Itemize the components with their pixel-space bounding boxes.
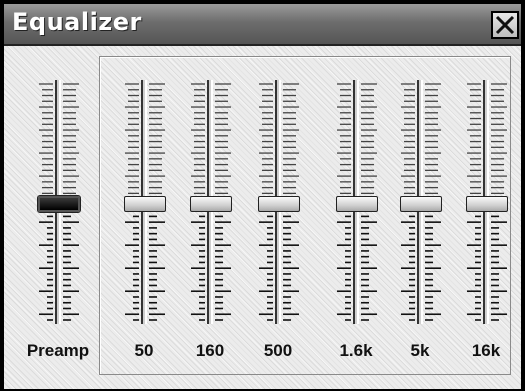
slider-thumb[interactable] [336, 196, 378, 212]
band-slider-5k[interactable] [396, 80, 446, 328]
band-slider-50[interactable] [120, 80, 170, 328]
close-x-icon [495, 15, 515, 35]
slider-thumb[interactable] [190, 196, 232, 212]
equalizer-window: Equalizer Preamp 50 160 500 1.6k 5k 16k [0, 0, 525, 391]
band-label-16k: 16k [471, 341, 501, 360]
slider-thumb[interactable] [37, 195, 81, 213]
slider-thumb[interactable] [466, 196, 508, 212]
slider-thumb[interactable] [400, 196, 442, 212]
slider-thumb[interactable] [258, 196, 300, 212]
band-label-500: 500 [263, 341, 293, 360]
slider-thumb[interactable] [124, 196, 166, 212]
band-slider-1.6k[interactable] [332, 80, 382, 328]
band-slider-16k[interactable] [462, 80, 512, 328]
title-bar[interactable]: Equalizer [4, 4, 521, 46]
close-button[interactable] [491, 11, 519, 39]
band-slider-160[interactable] [186, 80, 236, 328]
band-slider-500[interactable] [254, 80, 304, 328]
preamp-label: Preamp [26, 341, 90, 360]
preamp-slider[interactable] [34, 80, 84, 328]
window-title: Equalizer [12, 8, 142, 36]
